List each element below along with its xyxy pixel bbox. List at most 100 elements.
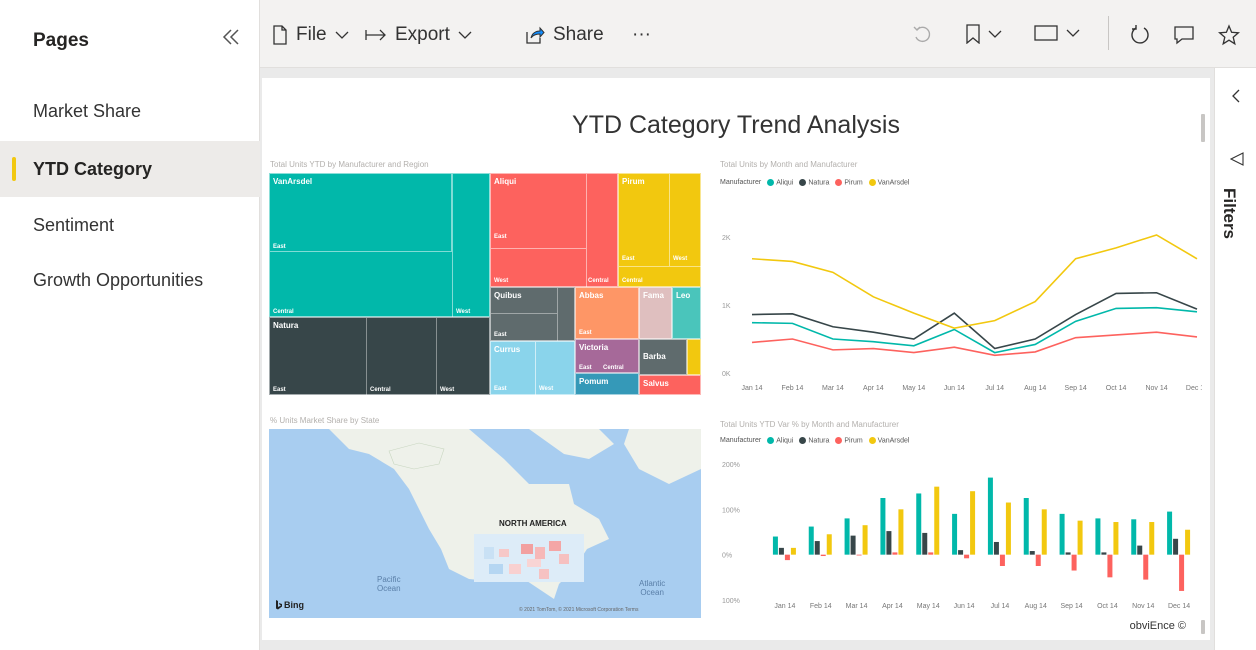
legend-item-vanarsdel[interactable]: VanArsdel	[868, 179, 909, 186]
collapse-pages-icon[interactable]	[220, 26, 242, 54]
page-item-market-share[interactable]: Market Share	[0, 83, 260, 139]
bar-vanarsdel[interactable]	[1005, 502, 1011, 555]
legend-item-pirum[interactable]: Pirum	[835, 179, 863, 186]
legend-item-natura[interactable]: Natura	[799, 437, 829, 444]
bar-pirum[interactable]	[1071, 554, 1077, 571]
bar-pirum[interactable]	[856, 554, 862, 556]
line-chart: 0K 1K 2K Jan 14 Feb 14 Mar 14 Apr 14 May 14 Jun …	[722, 234, 1202, 392]
bar-x-tick-label: Aug 14	[1025, 603, 1047, 610]
bar-pirum[interactable]	[892, 552, 898, 555]
bookmark-menu-button[interactable]	[966, 24, 1002, 44]
bar-aliqui[interactable]	[808, 526, 814, 555]
filter-funnel-icon[interactable]	[1229, 152, 1244, 171]
treemap-tile-leo[interactable]: Leo	[672, 287, 701, 339]
treemap-tile-vanarsdel[interactable]: VanArsdel East Central West	[269, 173, 490, 318]
bar-vanarsdel[interactable]	[898, 509, 904, 555]
line-x-tick-label: Feb 14	[782, 385, 804, 392]
treemap-tile-fama[interactable]: Fama	[639, 287, 672, 339]
treemap-tile-victoria[interactable]: Victoria East Central	[575, 339, 639, 373]
bar-pirum[interactable]	[784, 554, 790, 561]
bar-pirum[interactable]	[1107, 554, 1113, 578]
legend-item-natura[interactable]: Natura	[799, 179, 829, 186]
legend-item-aliqui[interactable]: Aliqui	[767, 179, 793, 186]
page-item-sentiment[interactable]: Sentiment	[0, 197, 260, 253]
file-menu-button[interactable]: File	[272, 24, 349, 46]
refresh-button[interactable]	[1129, 24, 1151, 46]
treemap-tile-pomum[interactable]: Pomum	[575, 373, 639, 395]
more-options-button[interactable]: ···	[632, 24, 651, 46]
comment-button[interactable]	[1173, 24, 1195, 46]
share-button[interactable]: Share	[525, 24, 604, 46]
filters-label[interactable]: Filters	[1219, 188, 1239, 239]
bar-natura[interactable]	[1101, 552, 1107, 555]
line-series-vanarsdel[interactable]	[751, 234, 1198, 329]
bar-pirum[interactable]	[820, 554, 826, 557]
bar-natura[interactable]	[922, 532, 928, 555]
bar-vanarsdel[interactable]	[826, 534, 832, 555]
treemap-tile-abbas[interactable]: Abbas East	[575, 287, 639, 339]
bar-pirum[interactable]	[964, 554, 970, 559]
bar-vanarsdel[interactable]	[1185, 529, 1191, 555]
bar-vanarsdel[interactable]	[790, 547, 796, 555]
treemap-tile-salvus[interactable]: Salvus	[639, 375, 701, 395]
line-x-tick-label: Oct 14	[1106, 385, 1127, 392]
bar-aliqui[interactable]	[880, 498, 886, 555]
more-options-label: ···	[632, 24, 651, 45]
bar-natura[interactable]	[958, 550, 964, 555]
bar-vanarsdel[interactable]	[970, 491, 976, 555]
bar-natura[interactable]	[1173, 538, 1179, 555]
bar-natura[interactable]	[886, 531, 892, 555]
bar-aliqui[interactable]	[916, 493, 922, 555]
bar-natura[interactable]	[1029, 551, 1035, 555]
bar-chart: 100% 0% 100% 200% Jan 14 Feb 14 Mar 14 Apr 14 Ma…	[722, 462, 1191, 610]
bar-vanarsdel[interactable]	[1149, 522, 1155, 555]
bar-vanarsdel[interactable]	[1077, 520, 1083, 555]
bar-pirum[interactable]	[999, 554, 1005, 566]
page-item-ytd-category[interactable]: YTD Category	[0, 141, 260, 197]
bar-aliqui[interactable]	[1059, 513, 1065, 555]
undo-button[interactable]	[912, 24, 932, 44]
bar-pirum[interactable]	[1143, 554, 1149, 580]
line-series-pirum[interactable]	[751, 331, 1198, 357]
treemap-tile-natura[interactable]: Natura East Central West	[269, 317, 490, 396]
bar-aliqui[interactable]	[1131, 519, 1137, 555]
bar-aliqui[interactable]	[1023, 498, 1029, 555]
bar-vanarsdel[interactable]	[1041, 509, 1047, 555]
map-visual[interactable]: NORTH AMERICA Pacific Ocean Atlantic Oce…	[269, 429, 701, 618]
export-menu-button[interactable]: Export	[365, 24, 472, 46]
legend-item-aliqui[interactable]: Aliqui	[767, 437, 793, 444]
bar-x-tick-label: Feb 14	[810, 603, 832, 610]
bar-aliqui[interactable]	[952, 513, 958, 555]
treemap-tile-small[interactable]	[687, 339, 701, 375]
bar-natura[interactable]	[1065, 552, 1071, 555]
bar-vanarsdel[interactable]	[934, 486, 940, 555]
page-item-growth-opportunities[interactable]: Growth Opportunities	[0, 252, 260, 308]
expand-filters-icon[interactable]	[1231, 88, 1241, 109]
favorite-button[interactable]	[1218, 24, 1240, 46]
treemap-tile-pirum[interactable]: Pirum East West Central	[618, 173, 702, 287]
legend-item-vanarsdel[interactable]: VanArsdel	[868, 437, 909, 444]
bar-pirum[interactable]	[1179, 554, 1185, 591]
bar-aliqui[interactable]	[987, 477, 993, 555]
report-scrollbar-bottom[interactable]	[1201, 620, 1205, 634]
bar-natura[interactable]	[778, 547, 784, 555]
bar-pirum[interactable]	[1035, 554, 1041, 566]
bar-aliqui[interactable]	[844, 518, 850, 555]
bar-natura[interactable]	[814, 541, 820, 555]
bar-vanarsdel[interactable]	[1113, 522, 1119, 555]
bar-natura[interactable]	[993, 541, 999, 555]
bar-natura[interactable]	[850, 535, 856, 555]
treemap-tile-barba[interactable]: Barba	[639, 339, 687, 375]
bar-vanarsdel[interactable]	[862, 525, 868, 555]
bar-aliqui[interactable]	[1095, 518, 1101, 555]
treemap-tile-quibus[interactable]: Quibus East	[490, 287, 575, 342]
treemap-tile-aliqui[interactable]: Aliqui East West Central	[490, 173, 618, 288]
bar-aliqui[interactable]	[772, 536, 778, 555]
bar-pirum[interactable]	[928, 552, 934, 555]
report-scrollbar[interactable]	[1201, 114, 1205, 142]
bar-aliqui[interactable]	[1167, 511, 1173, 555]
legend-item-pirum[interactable]: Pirum	[835, 437, 863, 444]
treemap-tile-currus[interactable]: Currus East West	[490, 341, 575, 396]
view-menu-button[interactable]	[1034, 24, 1080, 42]
bar-natura[interactable]	[1137, 545, 1143, 555]
